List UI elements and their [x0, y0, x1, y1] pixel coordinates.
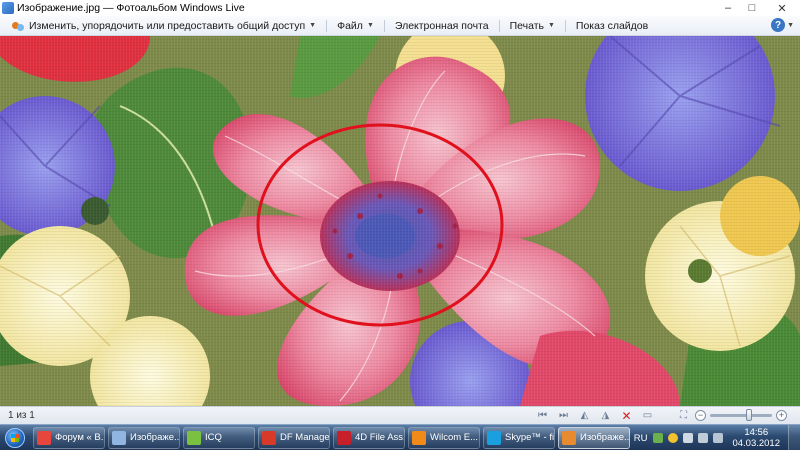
clock-date: 04.03.2012: [732, 438, 780, 449]
taskbar-item[interactable]: ICQ: [183, 426, 255, 449]
zoom-slider-thumb[interactable]: [746, 409, 753, 421]
file-label: Файл: [337, 19, 363, 32]
flower-image: [0, 36, 800, 406]
taskbar-item[interactable]: Wilcom E...: [408, 426, 480, 449]
viewer-tools: ⏮ ⏭ ◭ ◮ ✕ ▭: [535, 409, 655, 423]
minimize-button[interactable]: –: [716, 0, 740, 16]
share-label: Изменить, упорядочить или предоставить о…: [29, 19, 306, 32]
help-icon: ?: [771, 18, 786, 32]
clock[interactable]: 14:56 04.03.2012: [732, 427, 780, 449]
computer-icon: [112, 430, 126, 445]
taskbar-item[interactable]: Форум « В...: [33, 426, 105, 449]
next-icon[interactable]: ⏭: [556, 409, 571, 422]
taskbar-item-label: ICQ: [205, 432, 222, 443]
monitor-icon[interactable]: ▭: [640, 409, 655, 422]
chevron-down-icon: ▼: [787, 21, 794, 29]
share-icon: [12, 20, 24, 32]
wilcom-icon: [412, 430, 426, 445]
window-title: Изображение.jpg — Фотоальбом Windows Liv…: [17, 2, 245, 14]
slideshow-label: Показ слайдов: [575, 19, 649, 32]
divider: [326, 19, 328, 32]
show-desktop-button[interactable]: [788, 425, 800, 450]
slideshow-button[interactable]: Показ слайдов: [568, 17, 656, 35]
zoom-control: ⛶ − +: [676, 409, 787, 422]
email-label: Электронная почта: [394, 19, 489, 32]
task-list: Форум « В... Изображе... ICQ DF Manager 4D F…: [30, 426, 630, 449]
email-button[interactable]: Электронная почта: [387, 17, 497, 35]
taskbar-item[interactable]: DF Manager: [258, 426, 330, 449]
chevron-down-icon: ▼: [547, 22, 555, 29]
taskbar-item-label: DF Manager: [280, 432, 330, 443]
help-button[interactable]: ? ▼: [771, 18, 794, 32]
windows-logo-icon: [5, 427, 25, 448]
4d-file-icon: [337, 430, 351, 445]
delete-icon[interactable]: ✕: [619, 409, 634, 423]
tray-flag-icon[interactable]: [683, 433, 694, 443]
divider: [498, 19, 500, 32]
fit-to-window-icon[interactable]: ⛶: [676, 409, 691, 422]
taskbar-item-label: Форум « В...: [55, 432, 105, 443]
tray-volume-icon[interactable]: [713, 433, 724, 443]
print-label: Печать: [509, 19, 544, 32]
chevron-down-icon: ▼: [366, 22, 374, 29]
rotate-left-icon[interactable]: ◭: [577, 409, 592, 422]
taskbar-item[interactable]: Skype™ - fi...: [483, 426, 555, 449]
clock-time: 14:56: [744, 427, 769, 438]
tray-network-icon[interactable]: [698, 433, 709, 443]
icq-icon: [187, 430, 201, 445]
taskbar: Форум « В... Изображе... ICQ DF Manager 4D F…: [0, 424, 800, 450]
maximize-button[interactable]: □: [740, 0, 764, 16]
tray-icq-icon[interactable]: [653, 433, 664, 443]
previous-icon[interactable]: ⏮: [535, 409, 550, 422]
rotate-right-icon[interactable]: ◮: [598, 409, 613, 422]
zoom-out-button[interactable]: −: [695, 410, 706, 421]
image-counter: 1 из 1: [8, 410, 35, 421]
photo-gallery-icon: [2, 2, 14, 14]
taskbar-item-label: 4D File Ass...: [355, 432, 404, 443]
taskbar-item[interactable]: Изображе...: [108, 426, 180, 449]
share-menu-button[interactable]: Изменить, упорядочить или предоставить о…: [4, 17, 324, 35]
chevron-down-icon: ▼: [309, 22, 317, 29]
taskbar-item-label: Wilcom E...: [430, 432, 479, 443]
print-menu-button[interactable]: Печать ▼: [502, 17, 563, 35]
command-bar: Изменить, упорядочить или предоставить о…: [0, 16, 800, 36]
divider: [564, 19, 566, 32]
language-indicator[interactable]: RU: [634, 433, 648, 444]
zoom-slider[interactable]: [710, 409, 772, 421]
df-manager-icon: [262, 430, 276, 445]
divider: [383, 19, 385, 32]
window-controls: – □ ✕: [716, 0, 800, 16]
close-button[interactable]: ✕: [764, 0, 800, 16]
taskbar-item-label: Skype™ - fi...: [505, 432, 555, 443]
taskbar-item-label: Изображе...: [580, 432, 630, 443]
chrome-icon: [37, 430, 51, 445]
skype-icon: [487, 430, 501, 445]
photo-gallery-icon: [562, 430, 576, 445]
zoom-in-button[interactable]: +: [776, 410, 787, 421]
taskbar-item-label: Изображе...: [130, 432, 180, 443]
file-menu-button[interactable]: Файл ▼: [329, 17, 382, 35]
system-tray: RU 14:56 04.03.2012: [634, 425, 800, 450]
title-bar: Изображение.jpg — Фотоальбом Windows Liv…: [0, 0, 800, 16]
taskbar-item[interactable]: 4D File Ass...: [333, 426, 405, 449]
taskbar-item[interactable]: Изображе...: [558, 426, 630, 449]
start-button[interactable]: [0, 425, 30, 450]
image-viewport[interactable]: [0, 36, 800, 406]
status-bar: 1 из 1 ⏮ ⏭ ◭ ◮ ✕ ▭ ⛶ − +: [0, 406, 800, 424]
tray-emoticon-icon[interactable]: [668, 433, 679, 443]
